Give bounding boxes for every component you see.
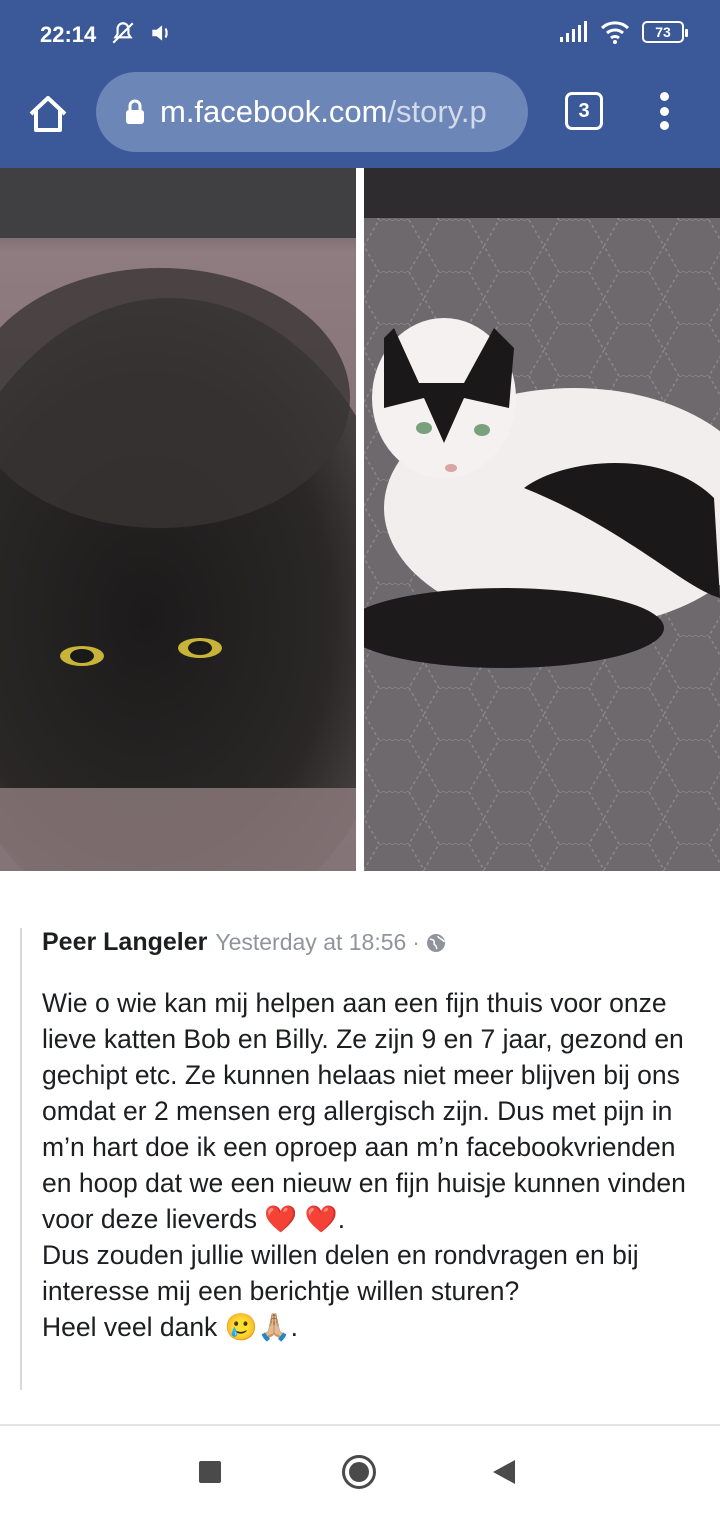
- browser-toolbar: m.facebook.com/story.p 3: [0, 70, 720, 168]
- recents-button[interactable]: [199, 1461, 221, 1483]
- home-icon: [29, 96, 67, 132]
- more-options-icon[interactable]: [650, 88, 678, 134]
- battery-level: 73: [655, 24, 671, 40]
- post-paragraph: Wie o wie kan mij helpen aan een fijn th…: [42, 988, 686, 1234]
- globe-icon: [426, 933, 445, 952]
- post-timestamp[interactable]: Yesterday at 18:56: [215, 929, 406, 956]
- bell-off-icon: [112, 22, 134, 44]
- black-cat-image: [0, 168, 356, 871]
- wifi-icon: [600, 21, 630, 44]
- url-host: m.facebook.com: [160, 94, 388, 129]
- tab-switcher-button[interactable]: 3: [565, 92, 603, 130]
- post-paragraph: Dus zouden jullie willen delen en rondvr…: [42, 1240, 639, 1306]
- system-nav-bar: [0, 1426, 720, 1520]
- url-text: m.facebook.com/story.p: [160, 94, 487, 130]
- post-body: Wie o wie kan mij helpen aan een fijn th…: [42, 985, 710, 1345]
- battery-icon: 73: [642, 21, 688, 43]
- separator-dot: ·: [412, 929, 420, 955]
- photo-black-white-cat[interactable]: [364, 168, 720, 871]
- home-button[interactable]: [24, 90, 72, 138]
- author-name[interactable]: Peer Langeler: [42, 928, 207, 957]
- url-bar[interactable]: m.facebook.com/story.p: [96, 72, 528, 152]
- home-nav-button[interactable]: [342, 1455, 376, 1489]
- lock-icon: [126, 99, 144, 124]
- tab-count: 3: [578, 99, 590, 122]
- black-white-cat-image: [364, 168, 720, 871]
- back-button[interactable]: [493, 1460, 515, 1484]
- volume-icon: [152, 25, 168, 41]
- post-photos: [0, 168, 720, 871]
- status-right-icons: 73: [558, 20, 688, 44]
- url-path: /story.p: [387, 94, 487, 129]
- post: Peer Langeler Yesterday at 18:56 · Wie o…: [20, 928, 710, 1390]
- photo-black-cat[interactable]: [0, 168, 356, 871]
- signal-icon: [560, 21, 587, 42]
- post-header: Peer Langeler Yesterday at 18:56 ·: [42, 928, 710, 957]
- post-paragraph: Heel veel dank 🥲🙏🏼.: [42, 1312, 299, 1342]
- status-time: 22:14: [40, 22, 97, 47]
- status-left-icons: [110, 20, 174, 46]
- status-bar: 22:14 73: [0, 0, 720, 70]
